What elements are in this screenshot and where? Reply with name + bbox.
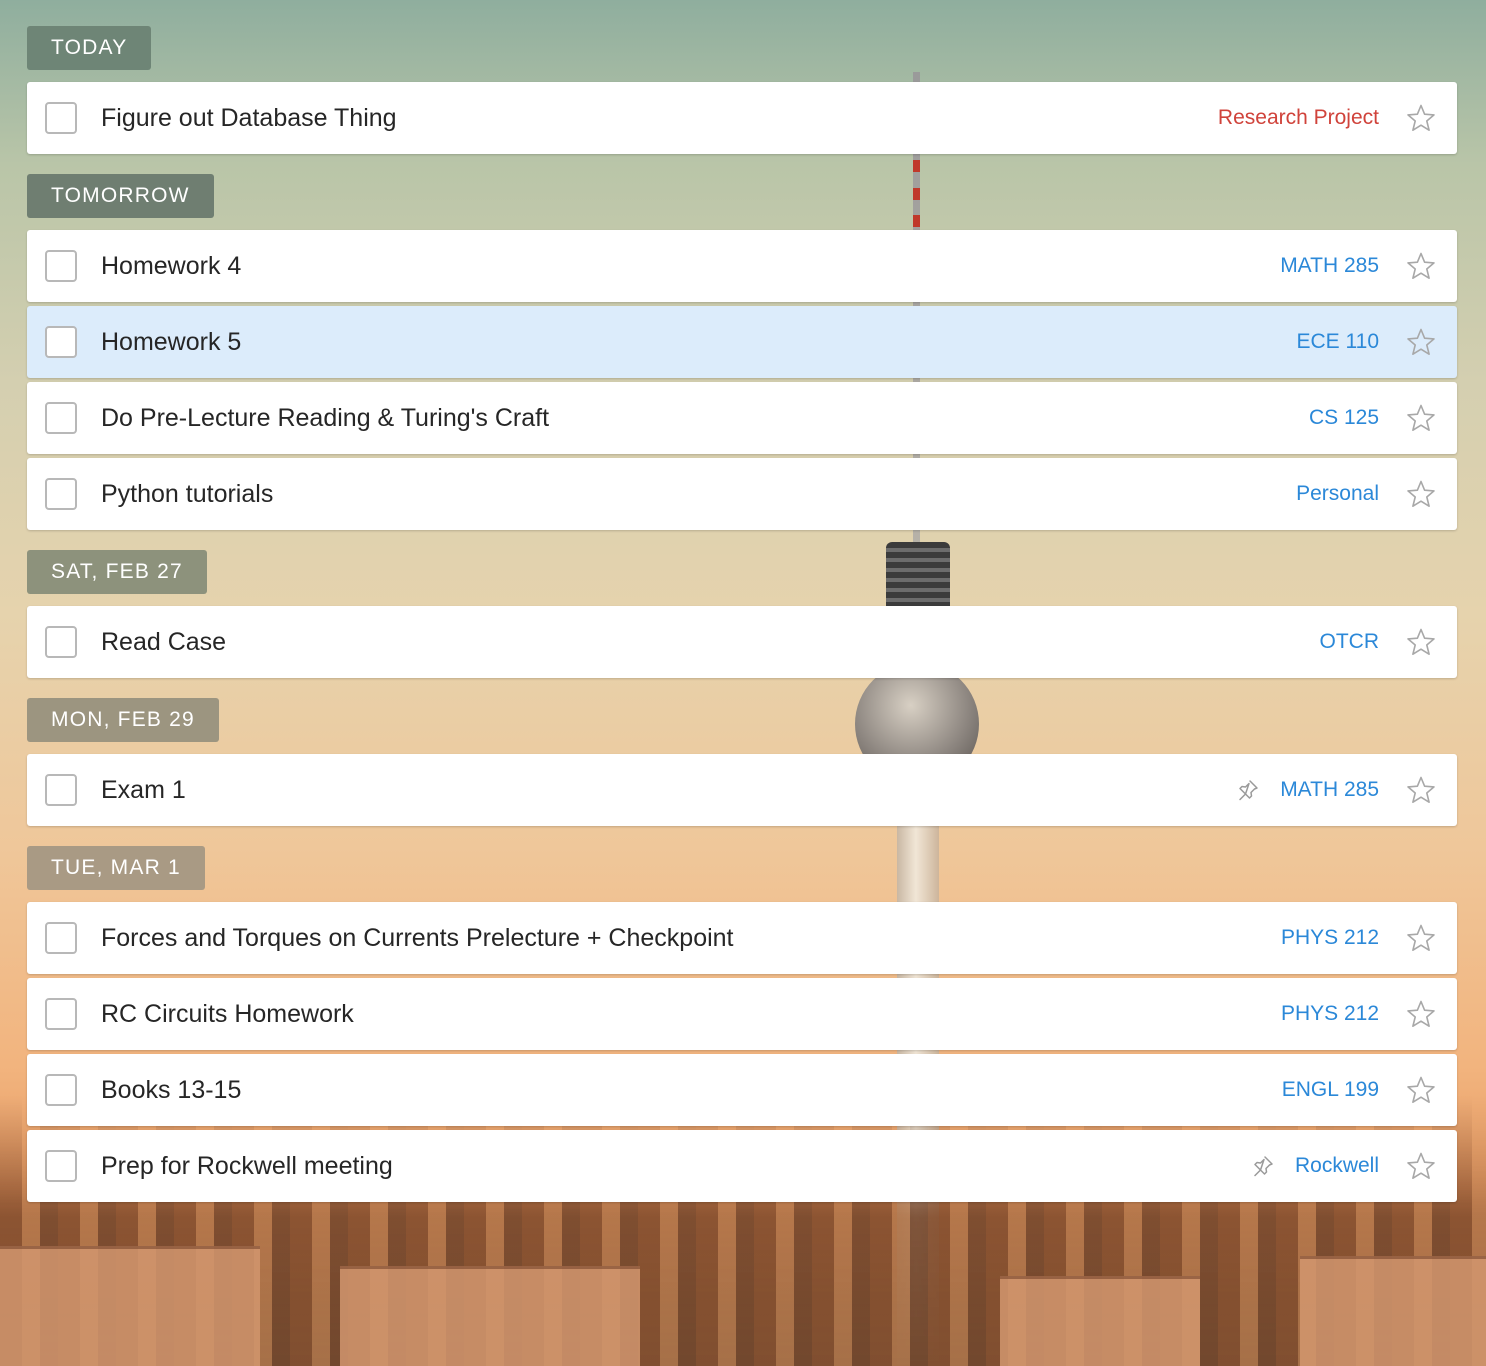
section-header: TUE, MAR 1 bbox=[27, 846, 205, 890]
task-list-label[interactable]: Rockwell bbox=[1295, 1130, 1379, 1202]
checkbox-icon[interactable] bbox=[45, 922, 77, 954]
task-title[interactable]: Do Pre-Lecture Reading & Turing's Craft bbox=[101, 382, 549, 454]
task-list-label[interactable]: OTCR bbox=[1320, 606, 1380, 678]
task-row[interactable]: Figure out Database Thing Research Projec… bbox=[27, 82, 1457, 154]
checkbox-icon[interactable] bbox=[45, 774, 77, 806]
star-icon[interactable] bbox=[1405, 1074, 1437, 1106]
building bbox=[1300, 1256, 1486, 1366]
task-title[interactable]: Homework 5 bbox=[101, 306, 241, 378]
task-row[interactable]: RC Circuits Homework PHYS 212 bbox=[27, 978, 1457, 1050]
task-row[interactable]: Homework 4 MATH 285 bbox=[27, 230, 1457, 302]
pin-icon bbox=[1251, 1154, 1275, 1178]
star-icon[interactable] bbox=[1405, 478, 1437, 510]
star-icon[interactable] bbox=[1405, 774, 1437, 806]
task-row[interactable]: Forces and Torques on Currents Prelectur… bbox=[27, 902, 1457, 974]
section: TODAY Figure out Database Thing Research P… bbox=[27, 26, 1457, 154]
checkbox-icon[interactable] bbox=[45, 478, 77, 510]
star-icon[interactable] bbox=[1405, 250, 1437, 282]
task-title[interactable]: Exam 1 bbox=[101, 754, 186, 826]
checkbox-icon[interactable] bbox=[45, 250, 77, 282]
checkbox-icon[interactable] bbox=[45, 326, 77, 358]
star-icon[interactable] bbox=[1405, 1150, 1437, 1182]
section-header: TOMORROW bbox=[27, 174, 214, 218]
checkbox-icon[interactable] bbox=[45, 402, 77, 434]
task-list-label[interactable]: PHYS 212 bbox=[1281, 902, 1379, 974]
star-icon[interactable] bbox=[1405, 998, 1437, 1030]
section-header: MON, FEB 29 bbox=[27, 698, 219, 742]
task-row[interactable]: Read Case OTCR bbox=[27, 606, 1457, 678]
task-row[interactable]: Books 13-15 ENGL 199 bbox=[27, 1054, 1457, 1126]
checkbox-icon[interactable] bbox=[45, 626, 77, 658]
building bbox=[0, 1246, 260, 1366]
section: TUE, MAR 1 Forces and Torques on Currents… bbox=[27, 846, 1457, 1202]
task-list-label[interactable]: PHYS 212 bbox=[1281, 978, 1379, 1050]
task-title[interactable]: Books 13-15 bbox=[101, 1054, 241, 1126]
star-icon[interactable] bbox=[1405, 102, 1437, 134]
checkbox-icon[interactable] bbox=[45, 102, 77, 134]
task-row[interactable]: Python tutorials Personal bbox=[27, 458, 1457, 530]
pin-icon bbox=[1236, 778, 1260, 802]
task-list-label[interactable]: ENGL 199 bbox=[1282, 1054, 1379, 1126]
checkbox-icon[interactable] bbox=[45, 1074, 77, 1106]
task-list-label[interactable]: CS 125 bbox=[1309, 382, 1379, 454]
star-icon[interactable] bbox=[1405, 626, 1437, 658]
task-title[interactable]: Forces and Torques on Currents Prelectur… bbox=[101, 902, 734, 974]
task-row[interactable]: Do Pre-Lecture Reading & Turing's Craft C… bbox=[27, 382, 1457, 454]
task-title[interactable]: Homework 4 bbox=[101, 230, 241, 302]
section: MON, FEB 29 Exam 1 MATH 285 bbox=[27, 698, 1457, 826]
task-list-label[interactable]: Personal bbox=[1296, 458, 1379, 530]
section: SAT, FEB 27 Read Case OTCR bbox=[27, 550, 1457, 678]
task-row[interactable]: Prep for Rockwell meeting Rockwell bbox=[27, 1130, 1457, 1202]
star-icon[interactable] bbox=[1405, 922, 1437, 954]
task-list-label[interactable]: Research Project bbox=[1218, 82, 1379, 154]
building bbox=[340, 1266, 640, 1366]
task-row[interactable]: Homework 5 ECE 110 bbox=[27, 306, 1457, 378]
building bbox=[1000, 1276, 1200, 1366]
task-title[interactable]: Read Case bbox=[101, 606, 226, 678]
task-title[interactable]: Python tutorials bbox=[101, 458, 273, 530]
task-title[interactable]: Prep for Rockwell meeting bbox=[101, 1130, 393, 1202]
section-header: SAT, FEB 27 bbox=[27, 550, 207, 594]
star-icon[interactable] bbox=[1405, 326, 1437, 358]
task-row[interactable]: Exam 1 MATH 285 bbox=[27, 754, 1457, 826]
task-list-label[interactable]: MATH 285 bbox=[1280, 230, 1379, 302]
task-list: TODAY Figure out Database Thing Research P… bbox=[27, 26, 1457, 1222]
task-list-label[interactable]: ECE 110 bbox=[1297, 306, 1380, 378]
star-icon[interactable] bbox=[1405, 402, 1437, 434]
section: TOMORROW Homework 4 MATH 285 Homework 5 ECE … bbox=[27, 174, 1457, 530]
task-title[interactable]: RC Circuits Homework bbox=[101, 978, 354, 1050]
checkbox-icon[interactable] bbox=[45, 998, 77, 1030]
section-header: TODAY bbox=[27, 26, 152, 70]
task-list-label[interactable]: MATH 285 bbox=[1280, 754, 1379, 826]
task-title[interactable]: Figure out Database Thing bbox=[101, 82, 397, 154]
checkbox-icon[interactable] bbox=[45, 1150, 77, 1182]
